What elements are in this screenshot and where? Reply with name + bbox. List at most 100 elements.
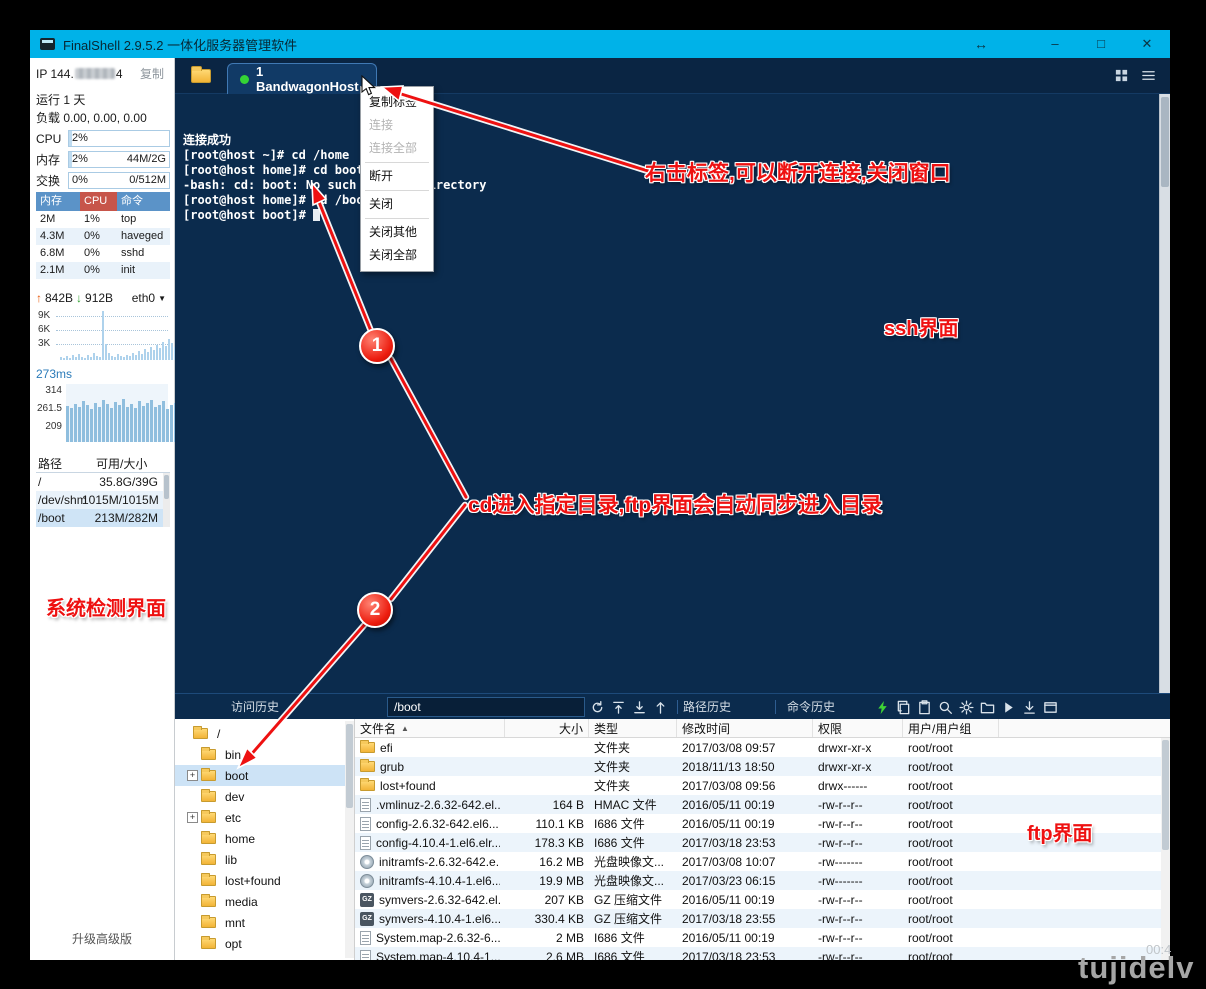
copy-icon[interactable]: [896, 700, 911, 715]
close-button[interactable]: ✕: [1124, 30, 1170, 58]
file-row[interactable]: initramfs-2.6.32-642.e...16.2 MB光盘映像文...…: [355, 852, 1170, 871]
file-row[interactable]: lost+found文件夹2017/03/08 09:56drwx------r…: [355, 776, 1170, 795]
tree-scrollbar[interactable]: [345, 721, 354, 958]
file-row[interactable]: System.map-4.10.4-1...2.6 MBI686 文件2017/…: [355, 947, 1170, 960]
uptime-label: 运行 1 天: [36, 91, 170, 108]
visit-history-button[interactable]: 访问历史: [231, 694, 279, 720]
menu-separator: [365, 162, 429, 163]
clipboard-icon[interactable]: [917, 700, 932, 715]
tree-item-lib[interactable]: lib: [175, 849, 354, 870]
ssh-tab[interactable]: 1 BandwagonHost: [227, 63, 377, 94]
col-mtime[interactable]: 修改时间: [677, 719, 813, 737]
disk-row[interactable]: /dev/shm1015M/1015M: [36, 491, 170, 509]
download-line-icon[interactable]: [632, 700, 647, 715]
terminal-line: [root@host boot]#: [183, 208, 1159, 223]
file-icon: [360, 798, 371, 812]
memory-meter: 内存 2% 44M/2G: [36, 151, 170, 168]
col-size[interactable]: 大小: [505, 719, 589, 737]
ftp-toolbar: 访问历史 /boot 路径历史 命令历史: [175, 693, 1170, 719]
disk-scrollbar[interactable]: [163, 473, 170, 527]
tree-item-opt[interactable]: opt: [175, 933, 354, 954]
file-scrollbar[interactable]: [1161, 738, 1170, 960]
open-connection-folder-icon[interactable]: [191, 69, 211, 83]
process-table-rows: 2M1%top4.3M0%haveged6.8M0%sshd2.1M0%init: [36, 211, 170, 279]
path-history-button[interactable]: 路径历史: [683, 694, 731, 720]
download-icon[interactable]: [1022, 700, 1037, 715]
file-icon: [360, 931, 371, 945]
upload-arrow-icon: ↑: [36, 291, 42, 305]
folder-icon: [360, 761, 375, 772]
toolbar-separator: [775, 700, 776, 714]
process-row[interactable]: 2M1%top: [36, 211, 170, 228]
tree-item-boot[interactable]: +boot: [175, 765, 354, 786]
folder-icon: [201, 791, 216, 802]
file-row[interactable]: efi文件夹2017/03/08 09:57drwxr-xr-xroot/roo…: [355, 738, 1170, 757]
file-row[interactable]: initramfs-4.10.4-1.el6...19.9 MB光盘映像文...…: [355, 871, 1170, 890]
col-permission[interactable]: 权限: [813, 719, 903, 737]
command-history-button[interactable]: 命令历史: [787, 694, 835, 720]
ip-redacted-blur: [75, 68, 115, 79]
col-command[interactable]: 命令: [117, 192, 170, 211]
col-avail-size[interactable]: 可用/大小: [82, 455, 170, 472]
tree-item-lost+found[interactable]: lost+found: [175, 870, 354, 891]
gear-icon[interactable]: [959, 700, 974, 715]
sort-asc-icon: ▲: [401, 724, 409, 733]
tree-item-bin[interactable]: bin: [175, 744, 354, 765]
list-view-button[interactable]: [1141, 68, 1156, 88]
refresh-icon[interactable]: [590, 700, 605, 715]
context-menu: 复制标签连接连接全部断开关闭关闭其他关闭全部: [360, 86, 434, 272]
net-chart-bars: [60, 311, 168, 360]
interface-select[interactable]: eth0 ▼: [132, 291, 170, 305]
upgrade-link[interactable]: 升级高级版: [30, 930, 174, 947]
tree-item-media[interactable]: media: [175, 891, 354, 912]
maximize-button[interactable]: □: [1078, 30, 1124, 58]
disk-row[interactable]: /boot213M/282M: [36, 509, 170, 527]
terminal-scrollbar[interactable]: [1159, 94, 1170, 693]
menu-item[interactable]: 关闭全部: [361, 244, 433, 267]
path-input[interactable]: /boot: [387, 697, 585, 717]
menu-item[interactable]: 关闭: [361, 193, 433, 216]
annotation-tab-note: 右击标签,可以断开连接,关闭窗口: [645, 157, 951, 187]
lightning-icon[interactable]: [875, 700, 890, 715]
titlebar[interactable]: FinalShell 2.9.5.2 一体化服务器管理软件 ↔ – □ ✕: [30, 30, 1170, 58]
file-row[interactable]: System.map-2.6.32-6...2 MBI686 文件2016/05…: [355, 928, 1170, 947]
process-table-header: 内存 CPU 命令: [36, 192, 170, 211]
minimize-button[interactable]: –: [1032, 30, 1078, 58]
upload-line-icon[interactable]: [611, 700, 626, 715]
tree-item-dev[interactable]: dev: [175, 786, 354, 807]
menu-item[interactable]: 关闭其他: [361, 221, 433, 244]
menu-item[interactable]: 断开: [361, 165, 433, 188]
search-icon[interactable]: [938, 700, 953, 715]
disk-row[interactable]: /35.8G/39G: [36, 473, 170, 491]
tree-item-mnt[interactable]: mnt: [175, 912, 354, 933]
col-owner[interactable]: 用户/用户组: [903, 719, 999, 737]
tree-item-etc[interactable]: +etc: [175, 807, 354, 828]
menu-separator: [365, 218, 429, 219]
expander-icon[interactable]: +: [187, 770, 198, 781]
tree-item-root[interactable]: /: [175, 723, 354, 744]
file-row[interactable]: symvers-4.10.4-1.el6...330.4 KBGZ 压缩文件20…: [355, 909, 1170, 928]
expander-icon[interactable]: +: [187, 812, 198, 823]
upload-arrow-icon[interactable]: [653, 700, 668, 715]
file-row[interactable]: grub文件夹2018/11/13 18:50drwxr-xr-xroot/ro…: [355, 757, 1170, 776]
col-memory[interactable]: 内存: [36, 192, 80, 211]
col-path[interactable]: 路径: [36, 455, 82, 472]
grid-view-button[interactable]: [1114, 68, 1129, 88]
process-row[interactable]: 4.3M0%haveged: [36, 228, 170, 245]
col-filler: [999, 719, 1170, 737]
col-filename[interactable]: 文件名 ▲: [355, 719, 505, 737]
folder-open-icon[interactable]: [980, 700, 995, 715]
toolbar-right-icons: [875, 694, 1058, 720]
play-icon[interactable]: [1001, 700, 1016, 715]
copy-ip-button[interactable]: 复制: [140, 65, 170, 82]
file-row[interactable]: symvers-2.6.32-642.el...207 KBGZ 压缩文件201…: [355, 890, 1170, 909]
tree-item-home[interactable]: home: [175, 828, 354, 849]
process-row[interactable]: 6.8M0%sshd: [36, 245, 170, 262]
col-type[interactable]: 类型: [589, 719, 677, 737]
folder-icon: [360, 742, 375, 753]
process-row[interactable]: 2.1M0%init: [36, 262, 170, 279]
col-cpu[interactable]: CPU: [80, 192, 117, 211]
file-row[interactable]: .vmlinuz-2.6.32-642.el...164 BHMAC 文件201…: [355, 795, 1170, 814]
resize-arrows-icon: ↔: [974, 30, 988, 58]
window-icon[interactable]: [1043, 700, 1058, 715]
